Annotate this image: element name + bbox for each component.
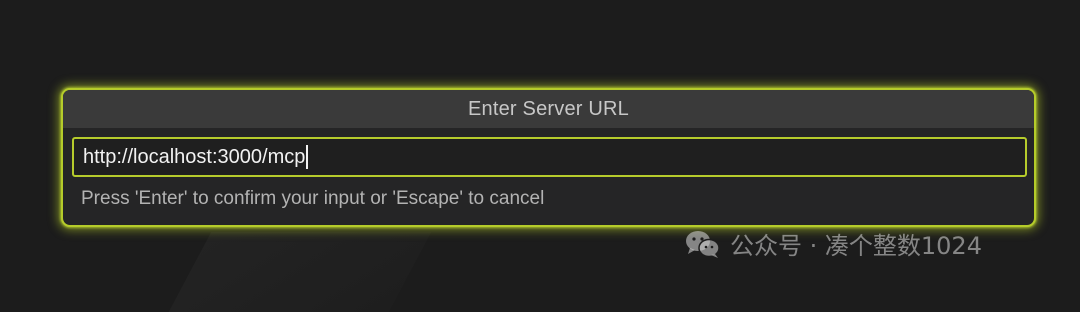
- dialog-hint: Press 'Enter' to confirm your input or '…: [81, 188, 545, 209]
- watermark: 公众号 · 凑个整数1024: [684, 226, 982, 261]
- dialog-header: Enter Server URL: [63, 90, 1034, 128]
- text-caret: [306, 145, 309, 169]
- dialog-title: Enter Server URL: [467, 97, 630, 120]
- server-url-input-value[interactable]: http://localhost:3000/mcp: [83, 146, 305, 169]
- server-url-input[interactable]: http://localhost:3000/mcp: [72, 137, 1027, 177]
- background-decoration: [168, 232, 432, 312]
- quick-input-dialog: Enter Server URL http://localhost:3000/m…: [61, 88, 1036, 227]
- wechat-logo-icon: [686, 230, 720, 258]
- watermark-text: 公众号 · 凑个整数1024: [730, 232, 982, 260]
